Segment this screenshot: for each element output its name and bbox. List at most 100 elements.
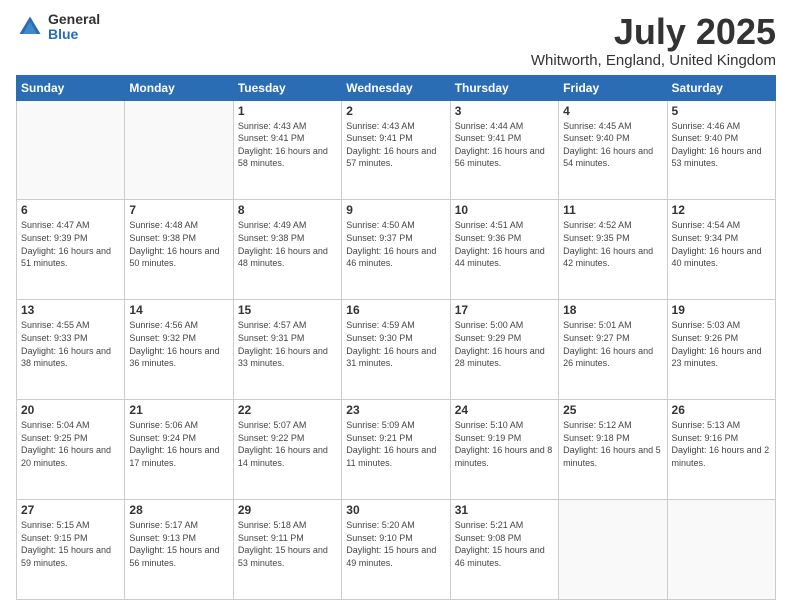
day-info: Sunrise: 5:20 AMSunset: 9:10 PMDaylight:… (346, 519, 445, 569)
day-number: 7 (129, 203, 228, 217)
day-info: Sunrise: 4:51 AMSunset: 9:36 PMDaylight:… (455, 219, 554, 269)
calendar-week-row: 20 Sunrise: 5:04 AMSunset: 9:25 PMDayligh… (17, 400, 776, 500)
day-info: Sunrise: 5:21 AMSunset: 9:08 PMDaylight:… (455, 519, 554, 569)
table-row: 23 Sunrise: 5:09 AMSunset: 9:21 PMDayligh… (342, 400, 450, 500)
day-info: Sunrise: 5:04 AMSunset: 9:25 PMDaylight:… (21, 419, 120, 469)
table-row: 6Sunrise: 4:47 AMSunset: 9:39 PMDaylight… (17, 200, 125, 300)
day-number: 16 (346, 303, 445, 317)
table-row: 4Sunrise: 4:45 AMSunset: 9:40 PMDaylight… (559, 100, 667, 200)
day-number: 8 (238, 203, 337, 217)
day-info: Sunrise: 4:43 AMSunset: 9:41 PMDaylight:… (238, 120, 337, 170)
logo: General Blue (16, 12, 100, 43)
table-row: 14 Sunrise: 4:56 AMSunset: 9:32 PMDayligh… (125, 300, 233, 400)
calendar-header-row: Sunday Monday Tuesday Wednesday Thursday… (17, 75, 776, 100)
day-number: 10 (455, 203, 554, 217)
table-row: 2Sunrise: 4:43 AMSunset: 9:41 PMDaylight… (342, 100, 450, 200)
day-info: Sunrise: 5:18 AMSunset: 9:11 PMDaylight:… (238, 519, 337, 569)
table-row: 19Sunrise: 5:03 AMSunset: 9:26 PMDayligh… (667, 300, 775, 400)
table-row: 9 Sunrise: 4:50 AMSunset: 9:37 PMDaylight… (342, 200, 450, 300)
day-number: 18 (563, 303, 662, 317)
header-wednesday: Wednesday (342, 75, 450, 100)
table-row: 24 Sunrise: 5:10 AMSunset: 9:19 PMDayligh… (450, 400, 558, 500)
calendar-table: Sunday Monday Tuesday Wednesday Thursday… (16, 75, 776, 600)
day-number: 1 (238, 104, 337, 118)
day-number: 20 (21, 403, 120, 417)
logo-text: General Blue (48, 12, 100, 43)
table-row (17, 100, 125, 200)
day-number: 14 (129, 303, 228, 317)
table-row: 5 Sunrise: 4:46 AMSunset: 9:40 PMDaylight… (667, 100, 775, 200)
day-info: Sunrise: 4:48 AMSunset: 9:38 PMDaylight:… (129, 219, 228, 269)
day-info: Sunrise: 4:59 AMSunset: 9:30 PMDaylight:… (346, 319, 445, 369)
subtitle: Whitworth, England, United Kingdom (531, 52, 776, 69)
day-info: Sunrise: 4:54 AMSunset: 9:34 PMDaylight:… (672, 219, 771, 269)
day-info: Sunrise: 4:45 AMSunset: 9:40 PMDaylight:… (563, 120, 662, 170)
day-number: 6 (21, 203, 120, 217)
table-row: 22 Sunrise: 5:07 AMSunset: 9:22 PMDayligh… (233, 400, 341, 500)
header-friday: Friday (559, 75, 667, 100)
title-block: July 2025 Whitworth, England, United Kin… (531, 12, 776, 69)
day-info: Sunrise: 5:13 AMSunset: 9:16 PMDaylight:… (672, 419, 771, 469)
header-monday: Monday (125, 75, 233, 100)
day-number: 19 (672, 303, 771, 317)
table-row: 28Sunrise: 5:17 AMSunset: 9:13 PMDayligh… (125, 500, 233, 600)
logo-general-text: General (48, 12, 100, 27)
table-row: 20 Sunrise: 5:04 AMSunset: 9:25 PMDayligh… (17, 400, 125, 500)
day-info: Sunrise: 5:09 AMSunset: 9:21 PMDaylight:… (346, 419, 445, 469)
day-number: 2 (346, 104, 445, 118)
header-tuesday: Tuesday (233, 75, 341, 100)
day-info: Sunrise: 5:00 AMSunset: 9:29 PMDaylight:… (455, 319, 554, 369)
day-number: 24 (455, 403, 554, 417)
table-row: 18 Sunrise: 5:01 AMSunset: 9:27 PMDayligh… (559, 300, 667, 400)
calendar-week-row: 1 Sunrise: 4:43 AMSunset: 9:41 PMDaylight… (17, 100, 776, 200)
table-row: 30 Sunrise: 5:20 AMSunset: 9:10 PMDayligh… (342, 500, 450, 600)
table-row (559, 500, 667, 600)
day-info: Sunrise: 4:49 AMSunset: 9:38 PMDaylight:… (238, 219, 337, 269)
page: General Blue July 2025 Whitworth, Englan… (0, 0, 792, 612)
day-number: 25 (563, 403, 662, 417)
day-number: 3 (455, 104, 554, 118)
day-info: Sunrise: 4:46 AMSunset: 9:40 PMDaylight:… (672, 120, 771, 170)
day-number: 17 (455, 303, 554, 317)
table-row: 7 Sunrise: 4:48 AMSunset: 9:38 PMDaylight… (125, 200, 233, 300)
table-row (667, 500, 775, 600)
calendar-week-row: 6Sunrise: 4:47 AMSunset: 9:39 PMDaylight… (17, 200, 776, 300)
day-number: 5 (672, 104, 771, 118)
main-title: July 2025 (531, 12, 776, 52)
calendar-week-row: 27Sunrise: 5:15 AMSunset: 9:15 PMDayligh… (17, 500, 776, 600)
table-row: 25 Sunrise: 5:12 AMSunset: 9:18 PMDayligh… (559, 400, 667, 500)
day-info: Sunrise: 5:12 AMSunset: 9:18 PMDaylight:… (563, 419, 662, 469)
table-row (125, 100, 233, 200)
day-number: 11 (563, 203, 662, 217)
day-number: 15 (238, 303, 337, 317)
header-thursday: Thursday (450, 75, 558, 100)
table-row: 12 Sunrise: 4:54 AMSunset: 9:34 PMDayligh… (667, 200, 775, 300)
table-row: 11Sunrise: 4:52 AMSunset: 9:35 PMDayligh… (559, 200, 667, 300)
day-info: Sunrise: 4:56 AMSunset: 9:32 PMDaylight:… (129, 319, 228, 369)
table-row: 8 Sunrise: 4:49 AMSunset: 9:38 PMDaylight… (233, 200, 341, 300)
day-number: 30 (346, 503, 445, 517)
day-info: Sunrise: 5:10 AMSunset: 9:19 PMDaylight:… (455, 419, 554, 469)
day-info: Sunrise: 5:01 AMSunset: 9:27 PMDaylight:… (563, 319, 662, 369)
day-number: 13 (21, 303, 120, 317)
table-row: 3Sunrise: 4:44 AMSunset: 9:41 PMDaylight… (450, 100, 558, 200)
day-info: Sunrise: 4:55 AMSunset: 9:33 PMDaylight:… (21, 319, 120, 369)
table-row: 29Sunrise: 5:18 AMSunset: 9:11 PMDayligh… (233, 500, 341, 600)
table-row: 31Sunrise: 5:21 AMSunset: 9:08 PMDayligh… (450, 500, 558, 600)
day-number: 22 (238, 403, 337, 417)
header: General Blue July 2025 Whitworth, Englan… (16, 12, 776, 69)
table-row: 1 Sunrise: 4:43 AMSunset: 9:41 PMDaylight… (233, 100, 341, 200)
logo-blue-text: Blue (48, 27, 100, 42)
day-info: Sunrise: 5:07 AMSunset: 9:22 PMDaylight:… (238, 419, 337, 469)
day-number: 9 (346, 203, 445, 217)
day-info: Sunrise: 4:50 AMSunset: 9:37 PMDaylight:… (346, 219, 445, 269)
table-row: 13 Sunrise: 4:55 AMSunset: 9:33 PMDayligh… (17, 300, 125, 400)
table-row: 21Sunrise: 5:06 AMSunset: 9:24 PMDayligh… (125, 400, 233, 500)
day-number: 12 (672, 203, 771, 217)
day-info: Sunrise: 5:15 AMSunset: 9:15 PMDaylight:… (21, 519, 120, 569)
header-saturday: Saturday (667, 75, 775, 100)
day-info: Sunrise: 4:57 AMSunset: 9:31 PMDaylight:… (238, 319, 337, 369)
table-row: 10 Sunrise: 4:51 AMSunset: 9:36 PMDayligh… (450, 200, 558, 300)
day-number: 23 (346, 403, 445, 417)
calendar-week-row: 13 Sunrise: 4:55 AMSunset: 9:33 PMDayligh… (17, 300, 776, 400)
